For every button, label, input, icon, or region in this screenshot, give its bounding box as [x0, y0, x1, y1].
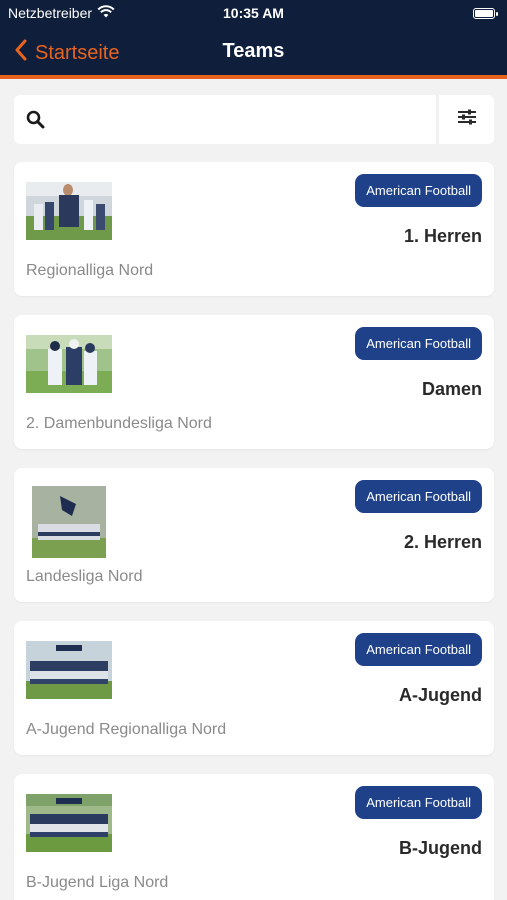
sport-badge: American Football: [355, 174, 482, 207]
team-name: 1. Herren: [403, 226, 482, 246]
team-card[interactable]: American Football A-Jugend A-Jugend Regi…: [14, 621, 494, 755]
team-name: 2. Herren: [403, 532, 482, 552]
page-title: Teams: [222, 40, 285, 62]
team-card[interactable]: American Football 1. Herren Regionalliga…: [14, 162, 494, 296]
sport-badge: American Football: [355, 633, 482, 666]
search-field-container: [14, 95, 436, 144]
team-league: Landesliga Nord: [26, 568, 143, 585]
sliders-icon: [457, 109, 477, 130]
nav-row: Startseite Teams: [0, 38, 507, 68]
team-card[interactable]: American Football B-Jugend B-Jugend Liga…: [14, 774, 494, 900]
team-photo: [26, 641, 112, 699]
team-card[interactable]: American Football Damen 2. Damenbundesli…: [14, 315, 494, 449]
team-photo: [32, 486, 106, 558]
team-card[interactable]: American Football 2. Herren Landesliga N…: [14, 468, 494, 602]
team-name: Damen: [421, 379, 482, 399]
sport-badge: American Football: [355, 327, 482, 360]
filter-button[interactable]: [439, 95, 494, 144]
sport-badge: American Football: [355, 480, 482, 513]
header-accent-line: [0, 75, 507, 79]
search-icon: [26, 110, 45, 134]
team-league: B-Jugend Liga Nord: [26, 874, 169, 891]
team-name: B-Jugend: [399, 838, 482, 858]
navigation-header: Netzbetreiber 10:35 AM Startseite Teams: [0, 0, 507, 79]
battery-icon: [473, 8, 498, 19]
team-photo: [26, 182, 112, 240]
clock: 10:35 AM: [223, 5, 284, 21]
team-league: 2. Damenbundesliga Nord: [26, 415, 212, 432]
search-bar: [14, 95, 494, 144]
team-list: American Football 1. Herren Regionalliga…: [14, 162, 494, 900]
team-league: Regionalliga Nord: [26, 262, 154, 279]
team-photo: [26, 335, 112, 393]
status-bar: Netzbetreiber 10:35 AM: [0, 3, 507, 25]
sport-badge: American Football: [355, 786, 482, 819]
search-input[interactable]: [14, 95, 436, 144]
team-league: A-Jugend Regionalliga Nord: [26, 721, 227, 738]
team-name: A-Jugend: [399, 685, 482, 705]
team-photo: [26, 794, 112, 852]
